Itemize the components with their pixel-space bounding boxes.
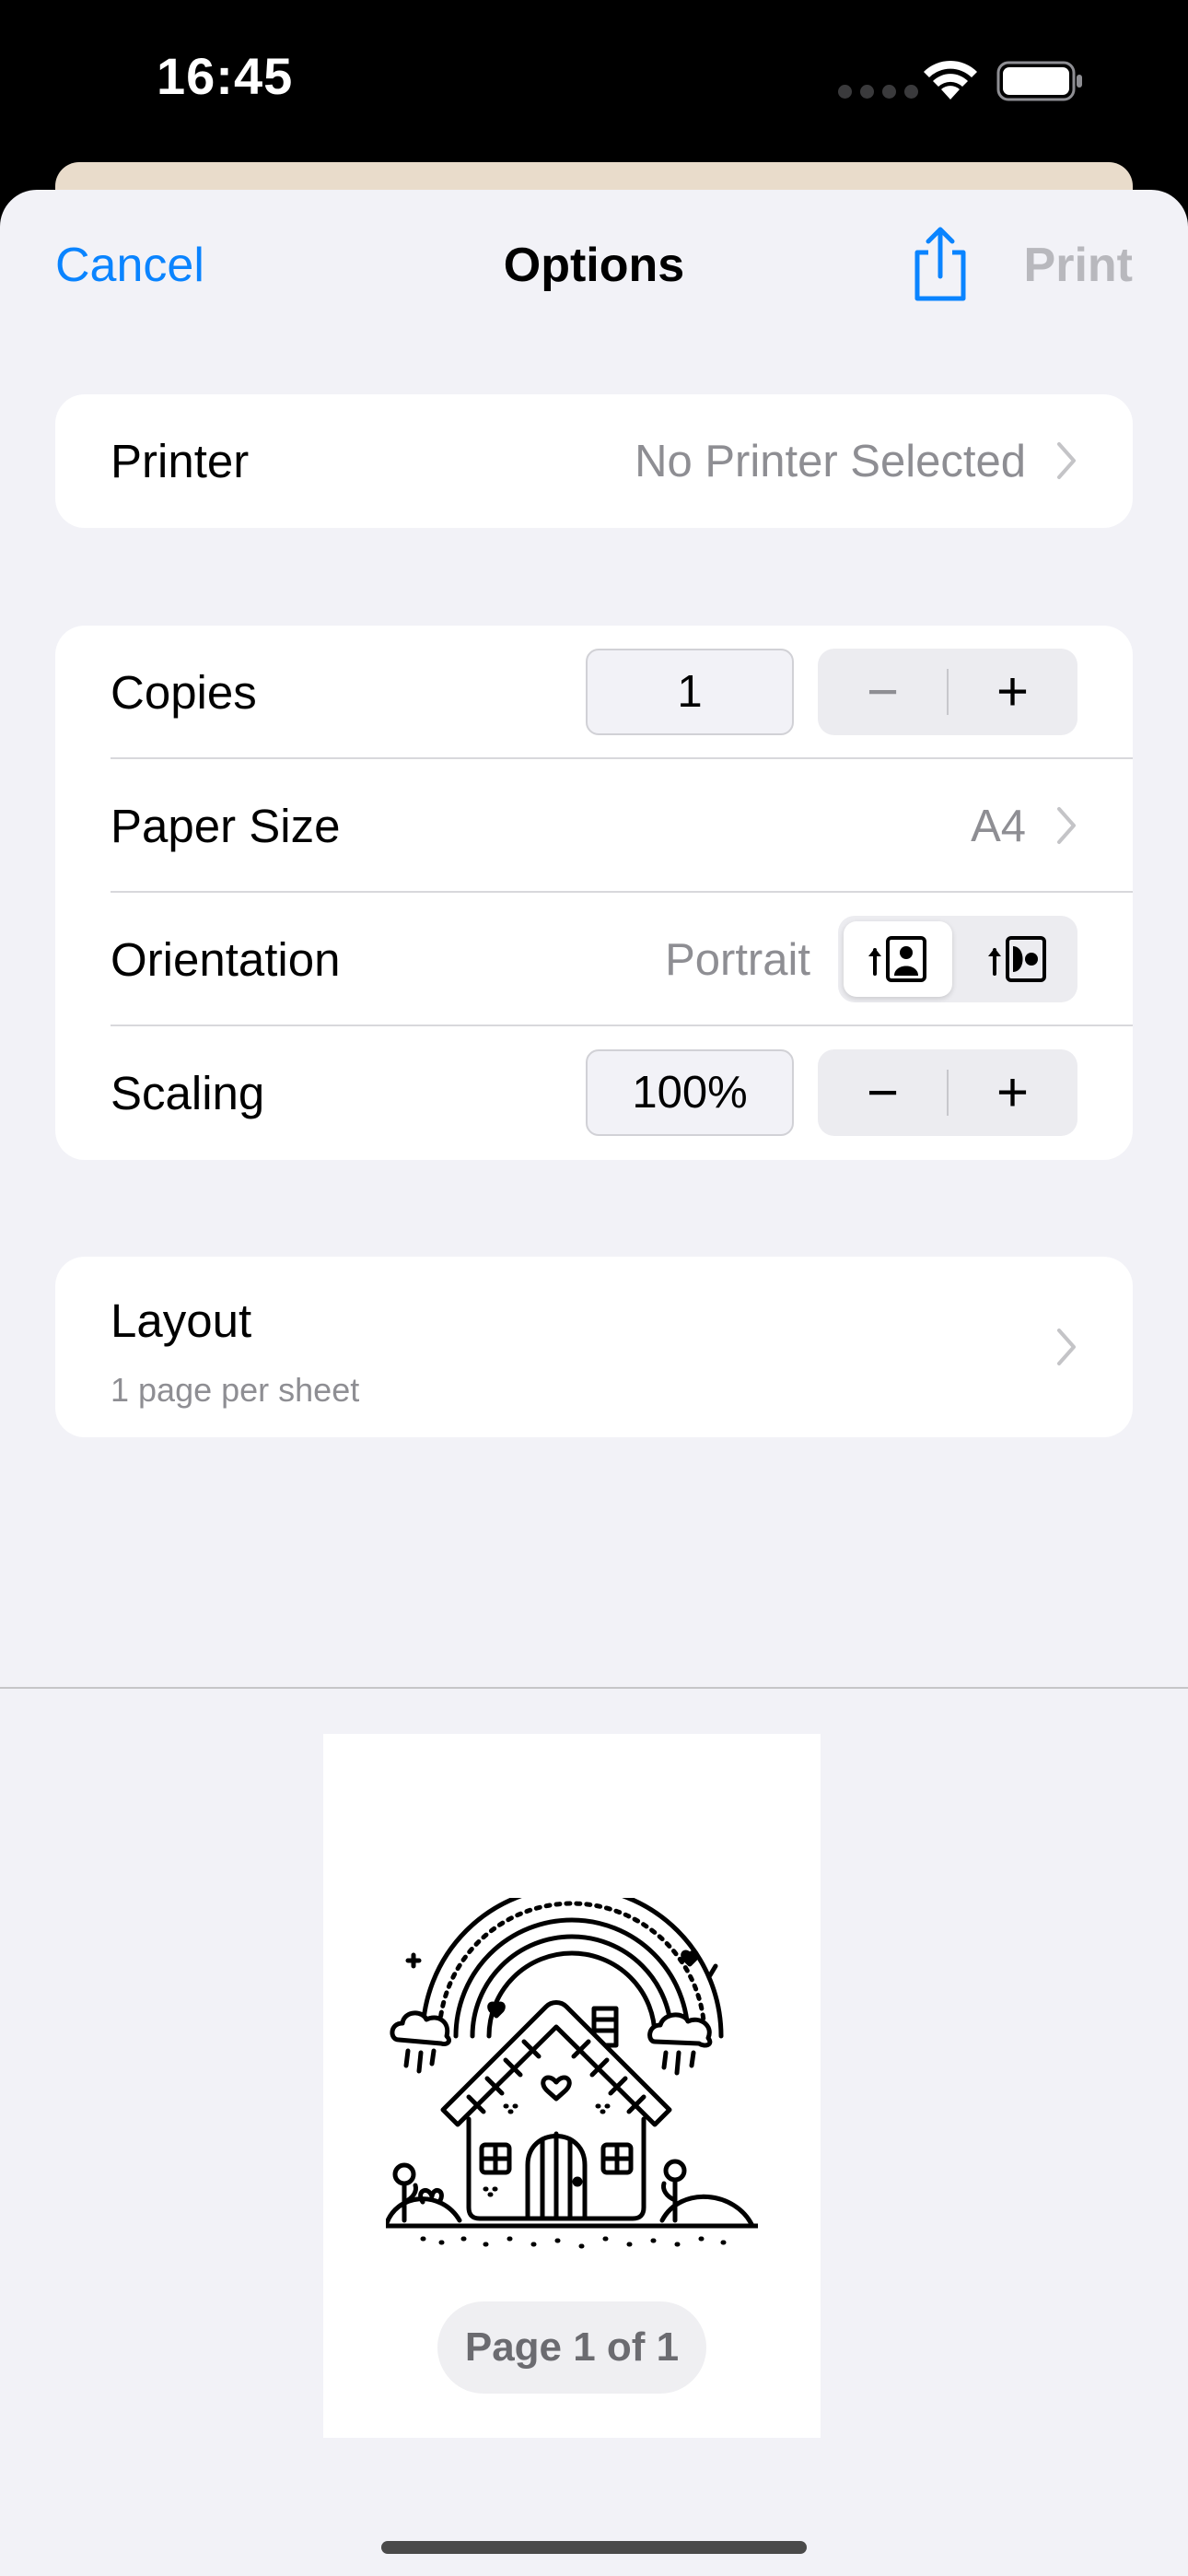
portrait-icon (868, 936, 926, 982)
scaling-decrement-button[interactable]: − (818, 1049, 948, 1136)
house-rainbow-illustration (386, 1898, 758, 2249)
paper-size-label: Paper Size (111, 800, 341, 852)
copies-field[interactable]: 1 (586, 649, 794, 735)
print-button[interactable]: Print (1024, 238, 1133, 293)
settings-group: Copies 1 − + Paper Size A4 Orientation P… (55, 626, 1133, 1160)
status-time: 16:45 (157, 47, 294, 105)
options-sheet: Cancel Options Print Printer No Printer … (0, 190, 1188, 2576)
scaling-stepper: − + (818, 1049, 1077, 1136)
paper-size-value: A4 (971, 802, 1026, 851)
home-indicator[interactable] (381, 2541, 807, 2554)
layout-subtitle: 1 page per sheet (111, 1371, 360, 1409)
page-preview[interactable]: Page 1 of 1 (323, 1734, 821, 2438)
copies-increment-button[interactable]: + (948, 649, 1077, 735)
page-count-label: Page 1 of 1 (437, 2301, 706, 2394)
chevron-right-icon (1057, 1329, 1076, 1365)
orientation-label: Orientation (111, 933, 341, 986)
landscape-icon (988, 936, 1046, 982)
scaling-field[interactable]: 100% (586, 1049, 794, 1136)
battery-icon (996, 61, 1082, 101)
orientation-segmented-control (838, 916, 1077, 1002)
signal-dots-icon (838, 85, 918, 99)
scaling-increment-button[interactable]: + (948, 1049, 1077, 1136)
orientation-row: Orientation Portrait (55, 893, 1133, 1026)
copies-stepper: − + (818, 649, 1077, 735)
wifi-icon (924, 60, 977, 100)
orientation-value: Portrait (665, 935, 810, 985)
printer-value: No Printer Selected (635, 437, 1026, 486)
layout-group: Layout 1 page per sheet (55, 1257, 1133, 1437)
paper-size-row[interactable]: Paper Size A4 (55, 759, 1133, 893)
printer-group: Printer No Printer Selected (55, 394, 1133, 528)
copies-label: Copies (111, 666, 257, 719)
chevron-right-icon (1057, 442, 1076, 479)
printer-label: Printer (111, 435, 250, 487)
layout-label: Layout (111, 1294, 252, 1347)
printer-row[interactable]: Printer No Printer Selected (55, 394, 1133, 528)
scaling-label: Scaling (111, 1067, 265, 1119)
status-bar: 16:45 (0, 0, 1188, 166)
scaling-row: Scaling 100% − + (55, 1026, 1133, 1160)
chevron-right-icon (1057, 807, 1076, 844)
landscape-button[interactable] (963, 921, 1072, 997)
share-icon[interactable] (910, 225, 971, 304)
portrait-button[interactable] (844, 921, 952, 997)
layout-row[interactable]: Layout 1 page per sheet (55, 1257, 1133, 1437)
copies-decrement-button[interactable]: − (818, 649, 948, 735)
copies-row: Copies 1 − + (55, 626, 1133, 759)
preview-divider (0, 1687, 1188, 1689)
sheet-title: Options (503, 239, 685, 292)
